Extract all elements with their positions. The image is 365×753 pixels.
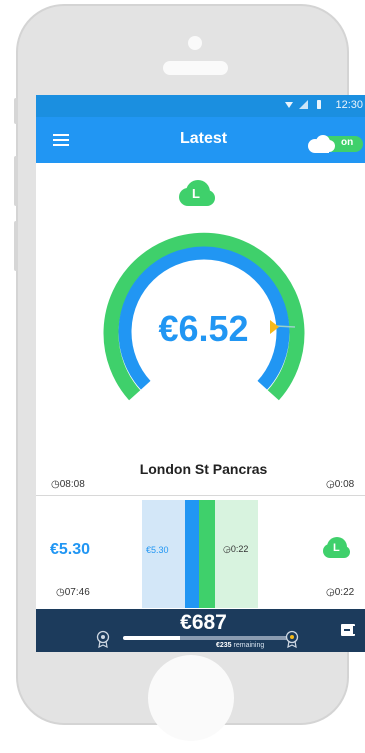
status-time: 12:30 — [335, 99, 363, 111]
segment-blue-bar — [185, 500, 199, 608]
current-fare: €6.52 — [158, 308, 249, 349]
timer-icon: ◶ — [326, 587, 335, 598]
trip-duration: ◶0:08 — [326, 479, 354, 490]
journey-time: ◷07:46 — [56, 587, 90, 598]
phone-home-button[interactable] — [148, 655, 234, 741]
app-bar: Latest on — [36, 117, 365, 163]
start-time-value: 08:08 — [59, 479, 85, 490]
signal-icon — [299, 100, 308, 109]
trip-duration-value: 0:08 — [334, 479, 355, 490]
remaining-amount: €235 — [216, 642, 232, 649]
cap-progress-bar — [123, 636, 287, 640]
award-end-icon — [285, 630, 299, 648]
clock-icon: ◷ — [51, 479, 60, 490]
cloud-icon — [308, 135, 335, 153]
remaining-text: €235 remaining — [216, 642, 264, 649]
timer-icon: ◶ — [326, 479, 335, 490]
cap-progress-remaining — [180, 636, 287, 640]
panel-badge-label: L — [333, 542, 340, 554]
journey-duration: ◶0:22 — [326, 587, 354, 598]
journey-duration-value: 0:22 — [334, 587, 355, 598]
phone-volume-down-button — [14, 221, 18, 271]
phone-volume-up-button — [14, 156, 18, 206]
timer-icon: ◶ — [223, 544, 231, 554]
journey-panel[interactable]: €5.30 ◷07:46 €5.30 ◶0:22 L ◶0:22 — [36, 496, 365, 609]
start-time: ◷08:08 — [51, 479, 85, 490]
award-start-icon — [96, 630, 110, 648]
phone-side-button — [14, 98, 18, 124]
segment-green-bar — [199, 500, 215, 608]
remaining-label: remaining — [233, 642, 265, 649]
cap-footer: €687 €235 remaining — [36, 609, 365, 652]
app-screen: 12:30 Latest on L €6.52 ◷08:08 London St… — [36, 95, 365, 652]
auto-toggle[interactable]: on — [301, 133, 365, 155]
toggle-label: on — [341, 137, 354, 148]
segment-amount: €5.30 — [146, 545, 169, 555]
journey-time-value: 07:46 — [64, 587, 90, 598]
station-name: London St Pancras — [139, 461, 268, 477]
total-amount: €687 — [180, 611, 227, 634]
card-exit-icon[interactable] — [339, 622, 357, 638]
journey-amount: €5.30 — [50, 541, 91, 558]
phone-camera — [188, 36, 202, 50]
clock-icon: ◷ — [56, 587, 65, 598]
wifi-icon — [285, 102, 293, 108]
segment-duration: ◶0:22 — [223, 544, 248, 555]
status-bar: 12:30 — [36, 95, 365, 117]
gauge-section: L €6.52 ◷08:08 London St Pancras ◶0:08 — [36, 163, 365, 496]
battery-icon — [317, 100, 321, 109]
phone-speaker — [163, 61, 228, 75]
segment-duration-value: 0:22 — [230, 544, 249, 554]
status-icons — [281, 97, 327, 116]
